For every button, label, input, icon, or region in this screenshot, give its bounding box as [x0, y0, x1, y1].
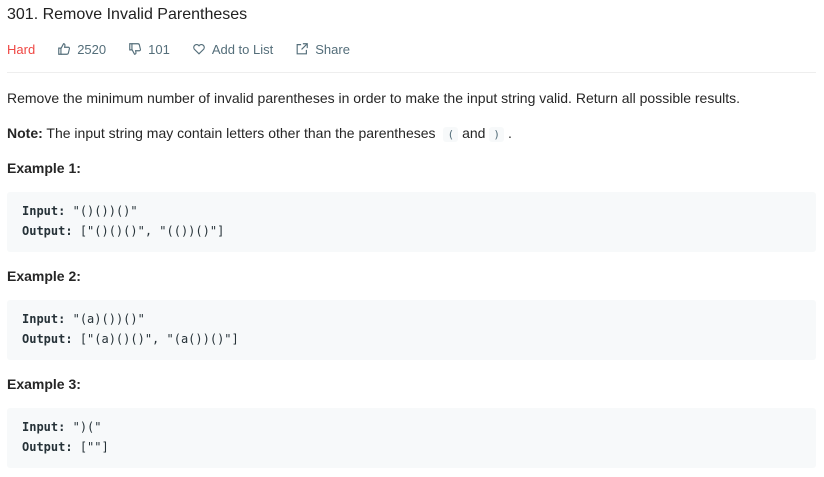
share-label: Share: [315, 41, 350, 57]
problem-note: Note: The input string may contain lette…: [7, 124, 512, 144]
add-to-list-button[interactable]: Add to List: [192, 42, 273, 57]
input-value: "(a)())()": [72, 312, 145, 326]
example-1-output: Output: ["()()()", "(())()"]: [22, 224, 224, 238]
input-label: Input:: [22, 312, 66, 326]
output-label: Output:: [22, 224, 73, 238]
problem-page: 301. Remove Invalid Parentheses Hard 252…: [0, 0, 824, 477]
heart-icon: [193, 43, 205, 55]
share-button[interactable]: Share: [295, 42, 350, 57]
example-3-output: Output: [""]: [22, 440, 109, 454]
example-2-code-block: Input: "(a)())()" Output: ["(a)()()", "(…: [7, 300, 816, 360]
dislike-count: 101: [148, 41, 170, 57]
add-to-list-label: Add to List: [211, 41, 274, 57]
dislike-button[interactable]: 101: [128, 42, 170, 57]
problem-meta-bar: Hard 2520 101 Add to List Share: [7, 40, 372, 58]
example-3-input: Input: ")(": [22, 420, 102, 434]
input-label: Input:: [22, 420, 66, 434]
difficulty-badge: Hard: [7, 41, 36, 57]
note-open-paren: (: [443, 127, 459, 142]
share-icon: [296, 43, 309, 55]
note-text: The input string may contain letters oth…: [46, 125, 436, 141]
output-label: Output:: [22, 440, 73, 454]
note-close-paren: ): [489, 127, 505, 142]
output-value: [""]: [79, 440, 109, 454]
example-2-output: Output: ["(a)()()", "(a())()"]: [22, 332, 239, 346]
note-label: Note:: [7, 125, 43, 141]
thumbs-up-icon: [58, 43, 71, 55]
output-value: ["()()()", "(())()"]: [79, 224, 225, 238]
note-and: and: [462, 125, 486, 141]
example-2-heading: Example 2:: [7, 268, 81, 284]
like-count: 2520: [77, 41, 107, 57]
example-3-heading: Example 3:: [7, 376, 81, 392]
example-1-code-block: Input: "()())()" Output: ["()()()", "(()…: [7, 192, 816, 252]
problem-description: Remove the minimum number of invalid par…: [7, 90, 741, 106]
divider: [7, 72, 816, 73]
like-button[interactable]: 2520: [57, 42, 106, 57]
output-label: Output:: [22, 332, 73, 346]
example-3-code-block: Input: ")(" Output: [""]: [7, 408, 816, 468]
input-label: Input:: [22, 204, 66, 218]
output-value: ["(a)()()", "(a())()"]: [79, 332, 239, 346]
input-value: ")(": [72, 420, 102, 434]
input-value: "()())()": [72, 204, 138, 218]
note-period: .: [508, 125, 512, 141]
example-1-heading: Example 1:: [7, 160, 81, 176]
page-title: 301. Remove Invalid Parentheses: [7, 6, 248, 23]
thumbs-down-icon: [129, 43, 142, 55]
example-1-input: Input: "()())()": [22, 204, 138, 218]
example-2-input: Input: "(a)())()": [22, 312, 145, 326]
